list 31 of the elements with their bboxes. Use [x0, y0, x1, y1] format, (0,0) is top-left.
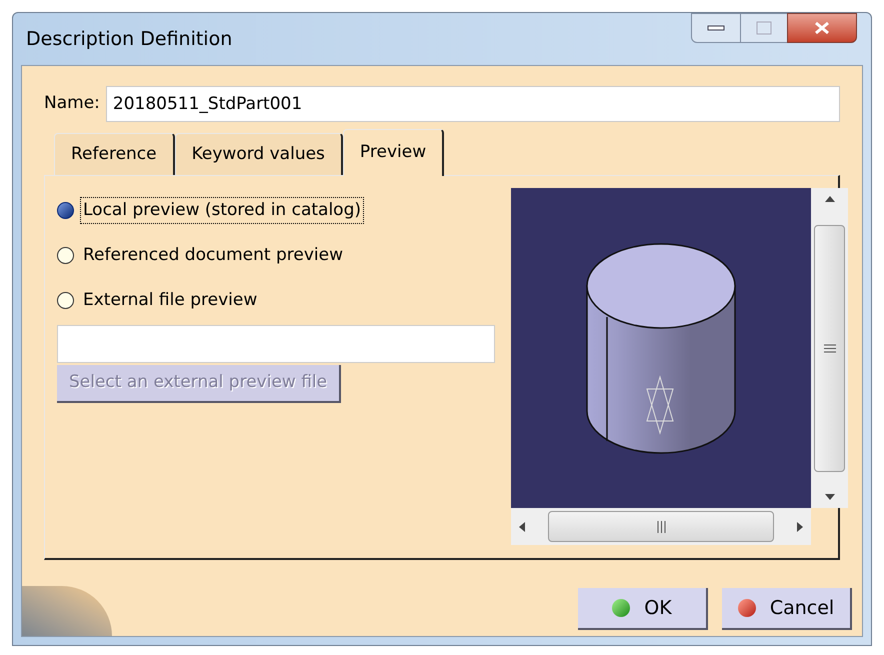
minimize-button[interactable]	[691, 13, 741, 43]
scroll-left-icon[interactable]	[519, 522, 525, 532]
horizontal-scrollbar[interactable]	[511, 508, 811, 545]
tab[interactable]: Keyword values	[174, 133, 343, 175]
close-button[interactable]	[787, 13, 857, 43]
radio-option[interactable]: Local preview (stored in catalog)	[57, 188, 495, 233]
close-icon	[814, 21, 830, 35]
radio-button[interactable]	[57, 292, 74, 309]
grip-icon	[824, 344, 836, 352]
scrollbar-thumb[interactable]	[548, 511, 774, 542]
dialog-button[interactable]: OK	[578, 588, 708, 630]
radio-button[interactable]	[57, 247, 74, 264]
radio-option[interactable]: External file preview	[57, 278, 495, 323]
vertical-scrollbar[interactable]	[811, 188, 848, 508]
name-label: Name:	[44, 92, 100, 116]
window-title: Description Definition	[26, 26, 232, 52]
tab[interactable]: Reference	[54, 133, 175, 175]
dialog-button[interactable]: Cancel	[722, 588, 852, 630]
grip-icon	[656, 520, 666, 532]
tab[interactable]: Preview	[342, 129, 444, 176]
scrollbar-thumb[interactable]	[814, 224, 845, 472]
scroll-right-icon[interactable]	[797, 522, 803, 532]
radio-option[interactable]: Referenced document preview	[57, 233, 495, 278]
file-path-field[interactable]	[57, 325, 495, 363]
select-file-button: Select an external preview file	[57, 365, 342, 403]
radio-button[interactable]	[57, 202, 74, 219]
minimize-icon	[707, 25, 725, 31]
scroll-down-icon[interactable]	[824, 494, 834, 500]
name-field[interactable]: 20180511_StdPart001	[106, 86, 840, 122]
scroll-up-icon[interactable]	[824, 196, 834, 202]
maximize-icon	[756, 21, 772, 35]
